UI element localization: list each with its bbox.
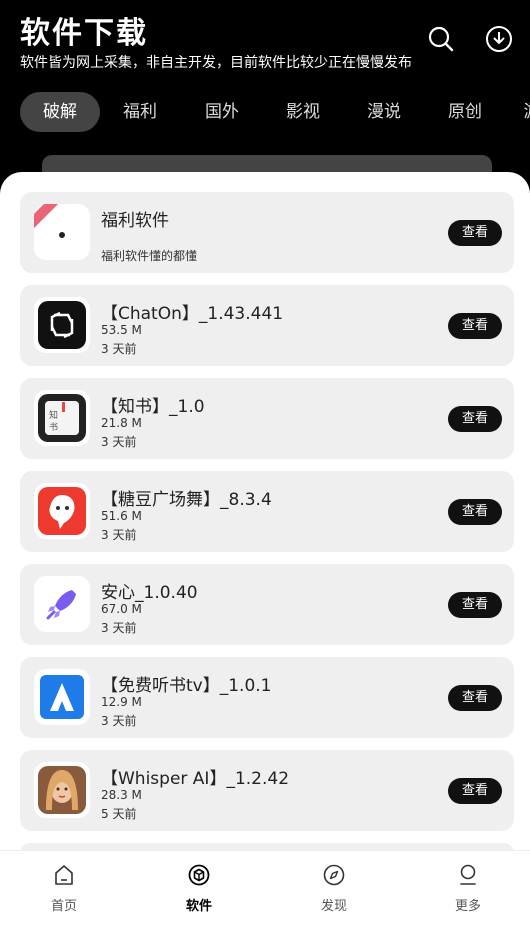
list-item[interactable]: 【ChatOn】_1.43.441 53.5 M 3 天前 查看 bbox=[20, 285, 514, 366]
page-subtitle: 软件皆为网上采集，非自主开发，目前软件比较少正在慢慢发布 bbox=[20, 55, 412, 71]
compass-icon bbox=[323, 864, 345, 886]
box-icon bbox=[188, 864, 210, 886]
app-title: 安心_1.0.40 bbox=[101, 583, 198, 603]
app-description: 福利软件懂的都懂 bbox=[101, 249, 198, 263]
list-item[interactable]: 福利软件 福利软件懂的都懂 查看 bbox=[20, 192, 514, 273]
svg-text:知: 知 bbox=[49, 409, 58, 421]
whisper-icon bbox=[34, 762, 90, 818]
download-button[interactable] bbox=[482, 22, 516, 56]
view-button[interactable]: 查看 bbox=[448, 778, 502, 804]
list-item[interactable]: 【糖豆广场舞】_8.3.4 51.6 M 3 天前 查看 bbox=[20, 471, 514, 552]
nav-home[interactable]: 首页 bbox=[24, 863, 104, 914]
nav-more-label: 更多 bbox=[454, 899, 481, 914]
tab-pojie[interactable]: 破解 bbox=[20, 92, 100, 132]
view-button[interactable]: 查看 bbox=[448, 499, 502, 525]
nav-home-label: 首页 bbox=[50, 899, 77, 914]
nav-discover[interactable]: 发现 bbox=[294, 863, 374, 914]
app-title: 【糖豆广场舞】_8.3.4 bbox=[101, 490, 272, 510]
list-item[interactable]: 知 书 【知书】_1.0 21.8 M 3 天前 查看 bbox=[20, 378, 514, 459]
app-title: 【知书】_1.0 bbox=[101, 397, 205, 417]
nav-software[interactable]: 软件 bbox=[159, 863, 239, 914]
list-item[interactable]: 【免费听书tv】_1.0.1 12.9 M 3 天前 查看 bbox=[20, 657, 514, 738]
search-button[interactable] bbox=[424, 22, 458, 56]
fuli-icon bbox=[34, 204, 90, 260]
rocket-icon bbox=[34, 576, 90, 632]
tab-guowai[interactable]: 国外 bbox=[202, 92, 242, 132]
zhishu-icon: 知 书 bbox=[34, 390, 90, 446]
nav-discover-label: 发现 bbox=[320, 899, 347, 914]
nav-more[interactable]: 更多 bbox=[428, 863, 508, 914]
view-button[interactable]: 查看 bbox=[448, 685, 502, 711]
user-icon bbox=[460, 864, 476, 885]
view-button[interactable]: 查看 bbox=[448, 313, 502, 339]
app-time: 3 天前 bbox=[101, 621, 137, 635]
svg-text:书: 书 bbox=[49, 422, 58, 433]
tab-fuli[interactable]: 福利 bbox=[120, 92, 160, 132]
tingshu-icon bbox=[34, 669, 90, 725]
app-time: 3 天前 bbox=[101, 342, 137, 356]
app-size: 21.8 M bbox=[101, 416, 142, 430]
app-size: 51.6 M bbox=[101, 509, 142, 523]
tab-yuanchuang[interactable]: 原创 bbox=[445, 92, 485, 132]
app-size: 28.3 M bbox=[101, 788, 142, 802]
app-title: 【免费听书tv】_1.0.1 bbox=[101, 676, 272, 696]
app-title: 【Whisper AI】_1.2.42 bbox=[101, 769, 290, 789]
app-time: 3 天前 bbox=[101, 435, 137, 449]
tab-you[interactable]: 游 bbox=[522, 92, 530, 132]
list-item[interactable]: 【Whisper AI】_1.2.42 28.3 M 5 天前 查看 bbox=[20, 750, 514, 831]
app-size: 12.9 M bbox=[101, 695, 142, 709]
app-title: 【ChatOn】_1.43.441 bbox=[101, 304, 284, 324]
app-title: 福利软件 bbox=[101, 211, 169, 231]
bottom-nav: 首页 软件 发现 更多 bbox=[0, 850, 530, 921]
category-tabs: 破解 福利 国外 影视 漫说 原创 游 bbox=[0, 92, 530, 134]
view-button[interactable]: 查看 bbox=[448, 592, 502, 618]
app-time: 3 天前 bbox=[101, 714, 137, 728]
app-time: 5 天前 bbox=[101, 807, 137, 821]
search-icon bbox=[428, 26, 454, 52]
tangdou-icon bbox=[34, 483, 90, 539]
app-size: 67.0 M bbox=[101, 602, 142, 616]
page-title: 软件下载 bbox=[20, 16, 148, 51]
download-icon bbox=[486, 26, 512, 52]
content-sheet: 福利软件 福利软件懂的都懂 查看 【ChatOn】_1.43.441 53.5 … bbox=[0, 172, 530, 932]
header: 软件下载 软件皆为网上采集，非自主开发，目前软件比较少正在慢慢发布 破解 福利 … bbox=[0, 0, 530, 190]
home-icon bbox=[55, 865, 73, 885]
tab-manshuo[interactable]: 漫说 bbox=[364, 92, 404, 132]
view-button[interactable]: 查看 bbox=[448, 220, 502, 246]
tab-yingshi[interactable]: 影视 bbox=[283, 92, 323, 132]
view-button[interactable]: 查看 bbox=[448, 406, 502, 432]
list-item[interactable]: 安心_1.0.40 67.0 M 3 天前 查看 bbox=[20, 564, 514, 645]
app-time: 3 天前 bbox=[101, 528, 137, 542]
app-list: 福利软件 福利软件懂的都懂 查看 【ChatOn】_1.43.441 53.5 … bbox=[20, 192, 514, 875]
chaton-icon bbox=[34, 297, 90, 353]
app-size: 53.5 M bbox=[101, 323, 142, 337]
nav-software-label: 软件 bbox=[185, 899, 212, 914]
